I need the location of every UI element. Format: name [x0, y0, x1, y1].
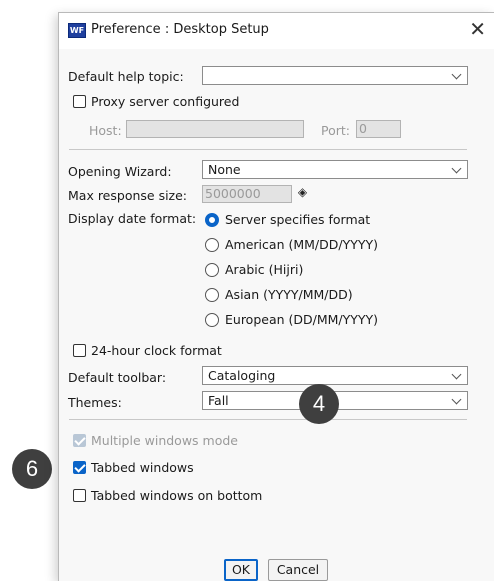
spinner-icon[interactable]: ◈	[295, 185, 310, 200]
separator	[69, 149, 467, 150]
themes-value: Fall	[208, 393, 229, 408]
port-input[interactable]: 0	[356, 120, 401, 138]
radio-asian-format-label: Asian (YYYY/MM/DD)	[225, 287, 353, 302]
title-bar: WF Preference : Desktop Setup ✕	[59, 13, 494, 49]
chevron-down-icon	[451, 163, 462, 174]
max-response-label: Max response size:	[68, 188, 188, 203]
radio-american-format-label: American (MM/DD/YYYY)	[225, 237, 378, 252]
help-topic-select[interactable]	[202, 66, 468, 85]
chevron-down-icon	[451, 394, 462, 405]
default-toolbar-value: Cataloging	[208, 368, 276, 383]
date-format-label: Display date format:	[68, 211, 197, 226]
separator	[69, 419, 467, 420]
default-toolbar-label: Default toolbar:	[68, 370, 167, 385]
app-logo-icon: WF	[68, 23, 86, 38]
default-toolbar-select[interactable]: Cataloging	[202, 366, 468, 385]
tabbed-bottom-label: Tabbed windows on bottom	[91, 488, 263, 503]
chevron-down-icon	[451, 69, 462, 80]
clock-format-checkbox[interactable]	[73, 344, 86, 357]
opening-wizard-select[interactable]: None	[202, 160, 468, 179]
radio-arabic-format[interactable]	[205, 263, 219, 277]
radio-american-format[interactable]	[205, 238, 219, 252]
callout-badge-6: 6	[12, 449, 52, 489]
chevron-down-icon	[451, 369, 462, 380]
opening-wizard-label: Opening Wizard:	[68, 164, 172, 179]
themes-label: Themes:	[68, 395, 122, 410]
tabbed-windows-checkbox[interactable]	[73, 461, 86, 474]
clock-format-label: 24-hour clock format	[91, 343, 222, 358]
preferences-dialog: WF Preference : Desktop Setup ✕ Default …	[58, 12, 494, 581]
close-button[interactable]: ✕	[469, 18, 486, 40]
tabbed-bottom-checkbox[interactable]	[73, 489, 86, 502]
radio-european-format-label: European (DD/MM/YYYY)	[225, 312, 379, 327]
radio-server-format[interactable]	[205, 213, 219, 227]
help-topic-label: Default help topic:	[68, 69, 184, 84]
window-title: Preference : Desktop Setup	[91, 22, 269, 37]
ok-button[interactable]: OK	[224, 559, 258, 581]
proxy-checkbox-label: Proxy server configured	[91, 94, 240, 109]
host-input[interactable]	[126, 120, 304, 138]
port-label: Port:	[321, 123, 350, 138]
host-label: Host:	[89, 123, 122, 138]
max-response-input[interactable]: 5000000	[202, 185, 292, 203]
multiple-windows-label: Multiple windows mode	[91, 433, 238, 448]
opening-wizard-value: None	[208, 162, 241, 177]
tabbed-windows-label: Tabbed windows	[91, 460, 194, 475]
radio-asian-format[interactable]	[205, 288, 219, 302]
radio-european-format[interactable]	[205, 313, 219, 327]
multiple-windows-checkbox[interactable]	[73, 434, 86, 447]
radio-server-format-label: Server specifies format	[225, 212, 371, 227]
radio-arabic-format-label: Arabic (Hijri)	[225, 262, 304, 277]
proxy-checkbox[interactable]	[73, 95, 86, 108]
callout-badge-4: 4	[299, 384, 339, 424]
cancel-button[interactable]: Cancel	[268, 559, 328, 581]
